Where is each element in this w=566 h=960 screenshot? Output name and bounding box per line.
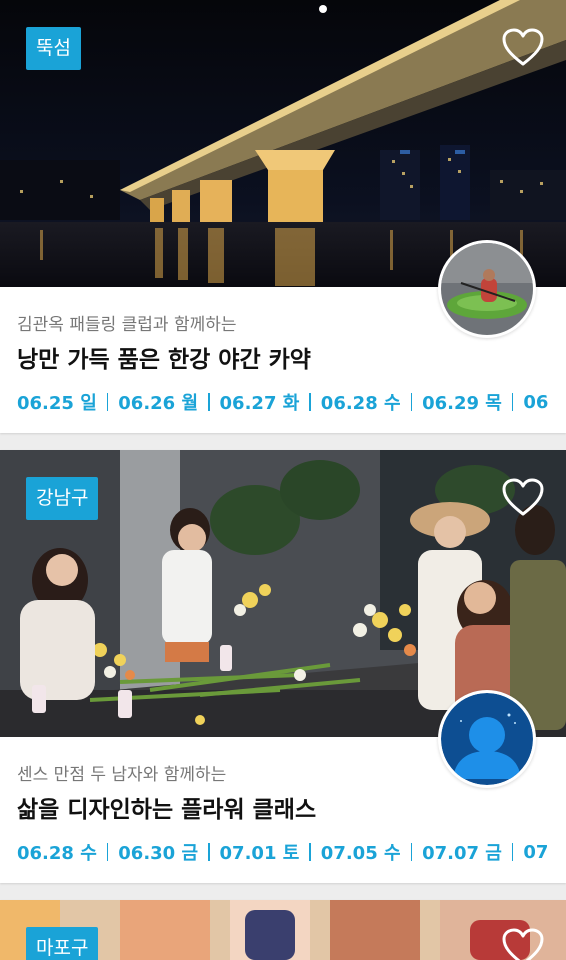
date-separator: [410, 393, 413, 411]
date-item[interactable]: 06.30 금: [118, 839, 198, 865]
heart-icon[interactable]: [502, 928, 544, 960]
date-item[interactable]: 07.05 수: [321, 839, 401, 865]
date-separator: [309, 393, 311, 411]
date-item[interactable]: 07.07 금: [422, 839, 502, 865]
date-separator: [106, 393, 109, 411]
date-separator: [309, 843, 311, 861]
class-cover-image[interactable]: 마포구: [0, 900, 566, 960]
class-card[interactable]: 뚝섬 김관옥 패들링 클럽과 함께하는 낭만 가득 품은 한강 야간 카약 06…: [0, 0, 566, 433]
date-separator: [208, 843, 210, 861]
region-tag: 마포구: [26, 927, 99, 960]
date-separator: [511, 843, 514, 861]
region-tag: 뚝섬: [26, 27, 81, 70]
date-item[interactable]: 06.28 수: [17, 839, 97, 865]
date-item[interactable]: 06.27 화: [220, 389, 300, 415]
date-separator: [208, 393, 210, 411]
date-separator: [410, 843, 413, 861]
host-subtitle: 김관옥 패들링 클럽과 함께하는: [17, 315, 237, 335]
date-item[interactable]: 07.0: [523, 842, 549, 863]
date-separator: [106, 843, 109, 861]
date-item[interactable]: 06.29 목: [422, 389, 502, 415]
class-title[interactable]: 삶을 디자인하는 플라워 클래스: [17, 790, 316, 824]
class-title[interactable]: 낭만 가득 품은 한강 야간 카약: [17, 340, 311, 374]
region-tag: 강남구: [26, 477, 99, 520]
class-card[interactable]: 강남구 센스 만점 두 남자와 함께하는 삶을 디자인하는 플라워 클래스 06…: [0, 450, 566, 883]
heart-icon[interactable]: [502, 28, 544, 68]
host-avatar[interactable]: [438, 690, 536, 788]
host-subtitle: 센스 만점 두 남자와 함께하는: [17, 765, 227, 785]
date-item[interactable]: 06.26 월: [118, 389, 198, 415]
date-separator: [511, 393, 514, 411]
date-item[interactable]: 07.01 토: [220, 839, 300, 865]
heart-icon[interactable]: [502, 478, 544, 518]
date-item[interactable]: 06.3: [523, 392, 549, 413]
schedule-dates: 06.25 일 06.26 월 06.27 화 06.28 수 06.29 목 …: [17, 388, 549, 416]
schedule-dates: 06.28 수 06.30 금 07.01 토 07.05 수 07.07 금 …: [17, 838, 549, 866]
host-avatar[interactable]: [438, 240, 536, 338]
class-card[interactable]: 마포구: [0, 900, 566, 960]
date-item[interactable]: 06.25 일: [17, 389, 97, 415]
date-item[interactable]: 06.28 수: [321, 389, 401, 415]
